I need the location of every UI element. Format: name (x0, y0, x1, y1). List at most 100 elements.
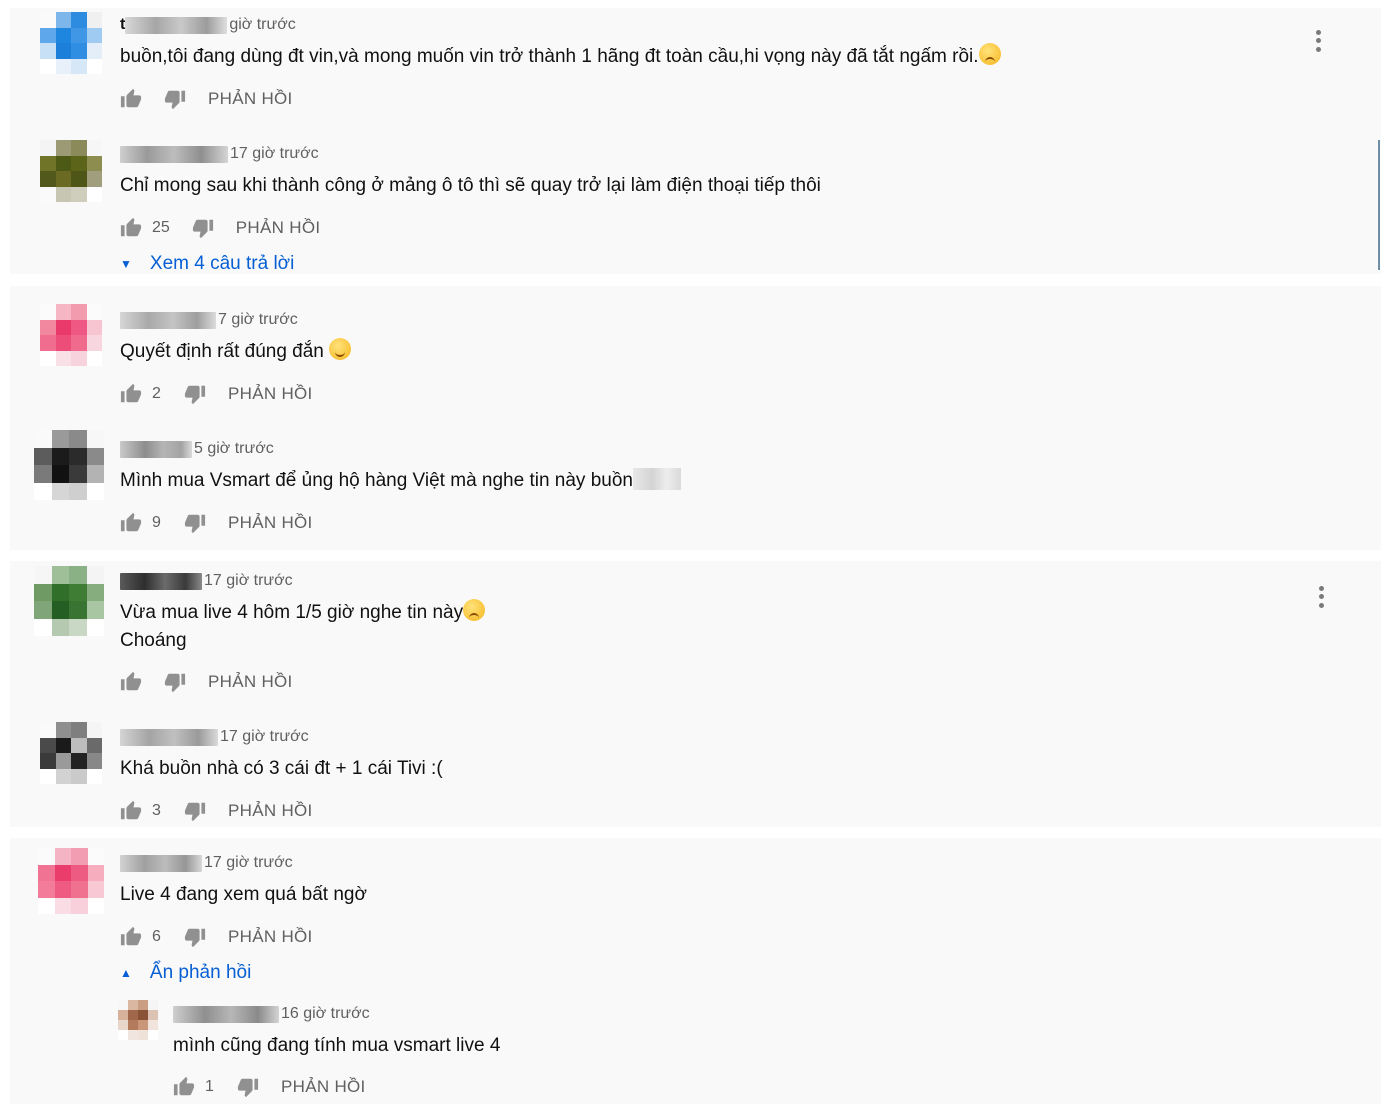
hide-replies-link[interactable]: ▲ Ẩn phản hồi (120, 962, 251, 984)
author-name-blurred[interactable] (120, 728, 218, 746)
comment-text: mình cũng đang tính mua vsmart live 4 (173, 1035, 501, 1056)
thumb-up-icon[interactable] (120, 217, 142, 239)
triangle-up-icon: ▲ (120, 966, 132, 980)
smiling-face-emoji-icon (329, 338, 352, 360)
thumb-down-icon[interactable] (184, 383, 206, 405)
thumb-up-icon[interactable] (120, 383, 142, 405)
comment-text: Mình mua Vsmart để ủng hộ hàng Việt mà n… (120, 467, 681, 495)
avatar[interactable] (34, 430, 104, 500)
comment-meta: 17 giờ trước (120, 852, 293, 874)
sad-face-emoji-icon (463, 599, 486, 621)
like-count: 2 (152, 385, 161, 402)
comment-meta: t giờ trước (120, 14, 296, 36)
thumb-up-icon[interactable] (120, 800, 142, 822)
timestamp[interactable]: 17 giờ trước (220, 728, 309, 746)
comment-6: 17 giờ trước Khá buồn nhà có 3 cái đt + … (120, 726, 1320, 836)
comment-actions: 6 PHẢN HỒI (120, 924, 313, 950)
reply-button[interactable]: PHẢN HỒI (208, 89, 293, 109)
author-name-blurred[interactable] (125, 16, 228, 34)
timestamp[interactable]: 17 giờ trước (204, 572, 293, 590)
comment-text-content: buồn,tôi đang dùng đt vin,và mong muốn v… (120, 46, 979, 67)
comment-actions: PHẢN HỒI (120, 86, 293, 112)
comment-text-content: Quyết định rất đúng đắn (120, 341, 324, 362)
reply-button[interactable]: PHẢN HỒI (228, 801, 313, 821)
like-count: 1 (205, 1078, 214, 1095)
reply-button[interactable]: PHẢN HỒI (228, 384, 313, 404)
thumb-down-icon[interactable] (192, 217, 214, 239)
comment-5: 17 giờ trước Vừa mua live 4 hôm 1/5 giờ … (120, 570, 1320, 710)
avatar[interactable] (40, 12, 102, 74)
view-replies-label: Xem 4 câu trả lời (149, 253, 295, 274)
comment-meta: 17 giờ trước (120, 726, 309, 748)
reply-button[interactable]: PHẢN HỒI (281, 1077, 366, 1097)
avatar[interactable] (40, 140, 102, 202)
comment-text: Vừa mua live 4 hôm 1/5 giờ nghe tin này (120, 599, 486, 627)
thumb-down-icon[interactable] (164, 671, 186, 693)
like-count: 6 (152, 928, 161, 945)
comment-meta: 7 giờ trước (120, 309, 298, 331)
author-name-blurred[interactable] (120, 854, 202, 872)
thumb-up-icon[interactable] (120, 512, 142, 534)
comment-1: t giờ trước buồn,tôi đang dùng đt vin,và… (120, 14, 1320, 124)
comment-4: 5 giờ trước Mình mua Vsmart để ủng hộ hà… (120, 438, 1320, 548)
like-count: 3 (152, 802, 161, 819)
triangle-down-icon: ▼ (120, 257, 132, 271)
comment-meta: 17 giờ trước (120, 143, 319, 165)
comment-actions: PHẢN HỒI (120, 669, 293, 695)
reply-button[interactable]: PHẢN HỒI (208, 672, 293, 692)
timestamp[interactable]: 17 giờ trước (204, 854, 293, 872)
avatar[interactable] (118, 1000, 158, 1040)
comment-actions: 9 PHẢN HỒI (120, 510, 313, 536)
like-count: 9 (152, 514, 161, 531)
avatar[interactable] (40, 304, 102, 366)
comment-text: Live 4 đang xem quá bất ngờ (120, 884, 367, 905)
comment-2: 17 giờ trước Chỉ mong sau khi thành công… (120, 143, 1320, 283)
view-replies-link[interactable]: ▼ Xem 4 câu trả lời (120, 253, 294, 275)
thumb-up-icon[interactable] (120, 88, 142, 110)
pixelated-emoji (632, 468, 681, 490)
reply-1: 16 giờ trước mình cũng đang tính mua vsm… (173, 1003, 1323, 1103)
timestamp[interactable]: 16 giờ trước (281, 1005, 370, 1023)
avatar[interactable] (34, 566, 104, 636)
thumb-up-icon[interactable] (120, 671, 142, 693)
comment-3: 7 giờ trước Quyết định rất đúng đắn 2 PH… (120, 309, 1320, 419)
timestamp[interactable]: giờ trước (229, 16, 295, 34)
reply-button[interactable]: PHẢN HỒI (228, 513, 313, 533)
comment-meta: 17 giờ trước (120, 570, 293, 592)
timestamp[interactable]: 5 giờ trước (194, 440, 274, 458)
comment-text: buồn,tôi đang dùng đt vin,và mong muốn v… (120, 43, 1001, 71)
thumb-up-icon[interactable] (173, 1076, 195, 1098)
comment-text-content: Mình mua Vsmart để ủng hộ hàng Việt mà n… (120, 470, 633, 491)
thumb-down-icon[interactable] (184, 512, 206, 534)
thumb-down-icon[interactable] (184, 926, 206, 948)
reply-button[interactable]: PHẢN HỒI (236, 218, 321, 238)
comment-actions: 2 PHẢN HỒI (120, 381, 313, 407)
thumb-down-icon[interactable] (237, 1076, 259, 1098)
like-count: 25 (152, 219, 170, 236)
avatar[interactable] (40, 722, 102, 784)
comment-7: 17 giờ trước Live 4 đang xem quá bất ngờ… (120, 852, 1320, 992)
timestamp[interactable]: 17 giờ trước (230, 145, 319, 163)
comment-actions: 1 PHẢN HỒI (173, 1074, 366, 1100)
author-name-blurred[interactable] (120, 311, 216, 329)
comment-text-content: Vừa mua live 4 hôm 1/5 giờ nghe tin này (120, 602, 464, 623)
author-name-blurred[interactable] (120, 440, 192, 458)
comment-text-line-2: Choáng (120, 630, 187, 651)
comment-actions: 3 PHẢN HỒI (120, 798, 313, 824)
sad-face-emoji-icon (978, 43, 1001, 65)
comment-meta: 16 giờ trước (173, 1003, 370, 1025)
avatar[interactable] (38, 848, 104, 914)
comment-meta: 5 giờ trước (120, 438, 274, 460)
comment-text: Chỉ mong sau khi thành công ở mảng ô tô … (120, 175, 821, 196)
reply-button[interactable]: PHẢN HỒI (228, 927, 313, 947)
more-vert-icon[interactable] (1311, 28, 1325, 54)
thumb-down-icon[interactable] (184, 800, 206, 822)
author-name-blurred[interactable] (173, 1005, 279, 1023)
timestamp[interactable]: 7 giờ trước (218, 311, 298, 329)
author-name-blurred[interactable] (120, 572, 202, 590)
thumb-up-icon[interactable] (120, 926, 142, 948)
more-vert-icon[interactable] (1314, 584, 1328, 610)
thumb-down-icon[interactable] (164, 88, 186, 110)
author-name-blurred[interactable] (120, 145, 228, 163)
comment-text: Khá buồn nhà có 3 cái đt + 1 cái Tivi :( (120, 758, 443, 779)
